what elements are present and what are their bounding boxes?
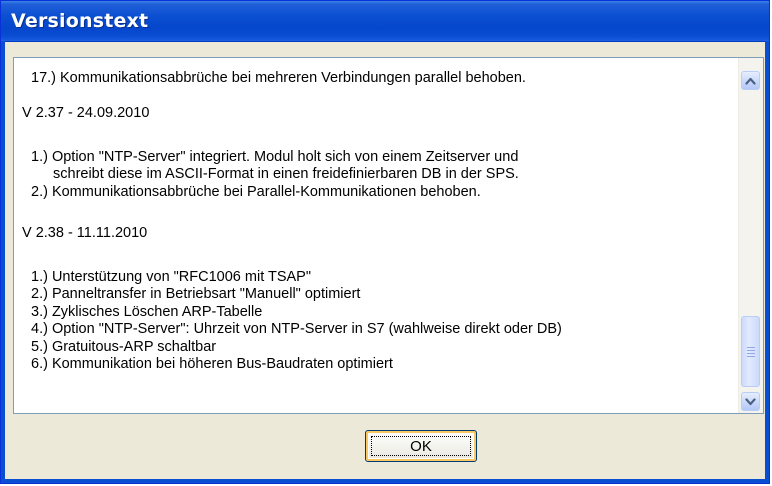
- grip-line: [747, 347, 755, 348]
- version-text-content: 17.) Kommunikationsabbrüche bei mehreren…: [14, 58, 736, 413]
- scroll-down-arrow-icon: [745, 397, 756, 405]
- text-line: 17.) Kommunikationsabbrüche bei mehreren…: [31, 70, 526, 86]
- scroll-up-button[interactable]: [741, 71, 760, 90]
- focus-rectangle: [371, 436, 471, 456]
- version-heading: V 2.38 - 11.11.2010: [22, 225, 148, 241]
- window-frame-right: [765, 41, 769, 483]
- scroll-thumb[interactable]: [741, 316, 760, 387]
- text-line: 3.) Zyklisches Löschen ARP-Tabelle: [31, 304, 263, 320]
- version-text-area[interactable]: 17.) Kommunikationsabbrüche bei mehreren…: [13, 57, 764, 414]
- text-line: 1.) Unterstützung von "RFC1006 mit TSAP": [31, 269, 312, 285]
- window-title: Versionstext: [11, 10, 149, 32]
- window-frame-bottom: [1, 479, 769, 483]
- grip-line: [747, 350, 755, 351]
- vertical-scrollbar[interactable]: [738, 58, 763, 413]
- text-line: 4.) Option "NTP-Server": Uhrzeit von NTP…: [31, 321, 562, 337]
- text-line: 6.) Kommunikation bei höheren Bus-Baudra…: [31, 356, 393, 372]
- text-line: 2.) Panneltransfer in Betriebsart "Manue…: [31, 286, 361, 302]
- scroll-up-arrow-icon: [745, 77, 756, 85]
- ok-button[interactable]: OK: [365, 430, 477, 462]
- text-line: 2.) Kommunikationsabbrüche bei Parallel-…: [31, 184, 481, 200]
- grip-line: [747, 356, 755, 357]
- version-heading: V 2.37 - 24.09.2010: [22, 105, 150, 121]
- grip-line: [747, 353, 755, 354]
- text-line: 1.) Option "NTP-Server" integriert. Modu…: [31, 149, 519, 165]
- text-line: 5.) Gratuitous-ARP schaltbar: [31, 339, 217, 355]
- versionstext-dialog: Versionstext 17.) Kommunikationsabbrüche…: [0, 0, 770, 484]
- scroll-down-button[interactable]: [741, 392, 760, 411]
- text-line: schreibt diese im ASCII-Format in einen …: [53, 166, 519, 182]
- window-frame-left: [1, 41, 5, 483]
- title-bar[interactable]: Versionstext: [1, 1, 769, 42]
